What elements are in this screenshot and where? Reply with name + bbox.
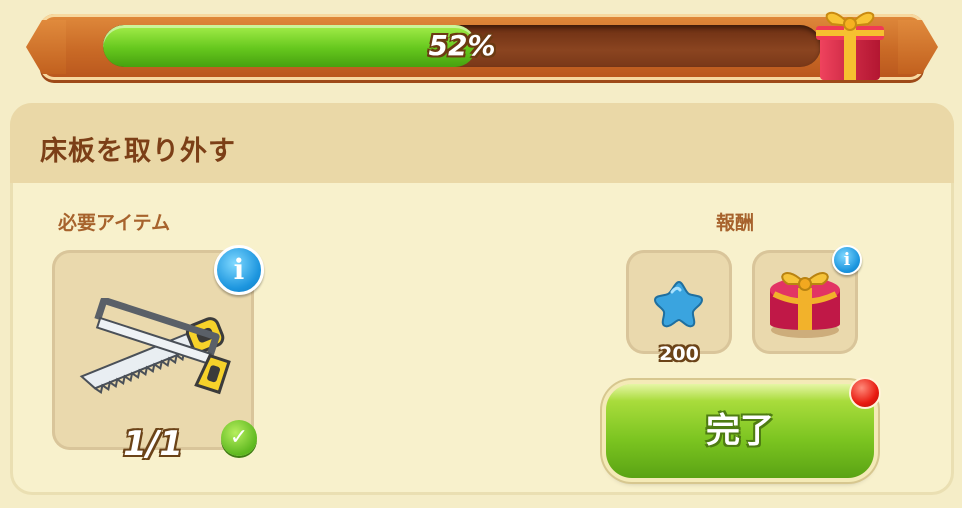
task-header: 床板を取り外す [10,103,954,183]
complete-button[interactable]: 完了 [606,384,874,478]
task-title: 床板を取り外す [40,136,236,167]
reward-info-icon[interactable]: i [832,245,862,275]
gift-box-icon[interactable] [812,0,888,84]
saw-icon [79,298,231,395]
reward-slot-star[interactable] [626,250,732,354]
info-icon[interactable]: i [214,245,264,295]
blue-star-icon [653,280,704,328]
notification-dot [849,377,881,409]
complete-button-label: 完了 [706,411,774,451]
check-icon: ✓ [221,420,257,456]
progress-percent: 52% [428,29,496,62]
rewards-heading: 報酬 [716,212,755,234]
required-count: 1/1 [123,424,183,464]
reward-star-amount: 200 [659,343,699,365]
required-items-heading: 必要アイテム [58,212,171,234]
